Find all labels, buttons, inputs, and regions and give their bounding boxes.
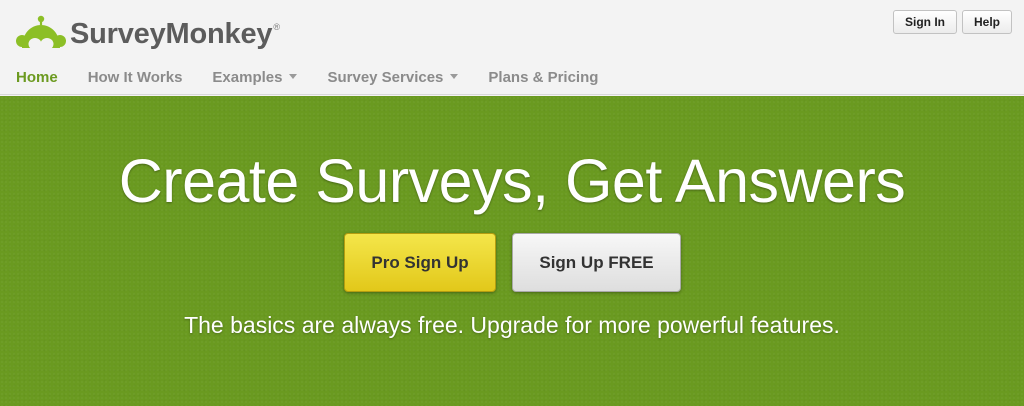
nav-item-survey-services[interactable]: Survey Services — [327, 69, 459, 86]
help-button[interactable]: Help — [961, 10, 1012, 34]
nav-item-label: Plans & Pricing — [488, 69, 599, 86]
registered-mark: ® — [273, 22, 280, 32]
nav-item-examples[interactable]: Examples — [212, 69, 298, 86]
surveymonkey-logo[interactable]: SurveyMonkey ® — [16, 14, 280, 54]
nav-item-how-it-works[interactable]: How It Works — [88, 69, 183, 86]
account-actions: Sign In Help — [892, 10, 1012, 34]
nav-item-home[interactable]: Home — [16, 69, 58, 86]
nav-item-label: Survey Services — [327, 69, 444, 86]
nav-item-label: How It Works — [87, 69, 183, 86]
sign-up-free-button[interactable]: Sign Up FREE — [512, 233, 681, 292]
sign-in-button[interactable]: Sign In — [892, 10, 957, 34]
nav-item-label: Examples — [212, 69, 283, 86]
hero-tagline: The basics are always free. Upgrade for … — [184, 312, 840, 338]
brand-name: SurveyMonkey — [70, 17, 273, 50]
caret-down-icon — [289, 74, 298, 79]
nav-item-label: Home — [16, 69, 58, 86]
site-header: SurveyMonkey ® Sign In Help Home How It W… — [0, 0, 1024, 95]
monkey-face-icon — [16, 15, 66, 54]
caret-down-icon — [450, 74, 459, 79]
main-nav: Home How It Works Examples Survey Servic… — [16, 69, 628, 86]
hero-banner: Create Surveys, Get Answers Pro Sign Up … — [0, 96, 1024, 406]
pro-sign-up-button[interactable]: Pro Sign Up — [344, 233, 496, 292]
nav-item-plans-pricing[interactable]: Plans & Pricing — [488, 69, 598, 86]
hero-headline: Create Surveys, Get Answers — [118, 147, 906, 215]
